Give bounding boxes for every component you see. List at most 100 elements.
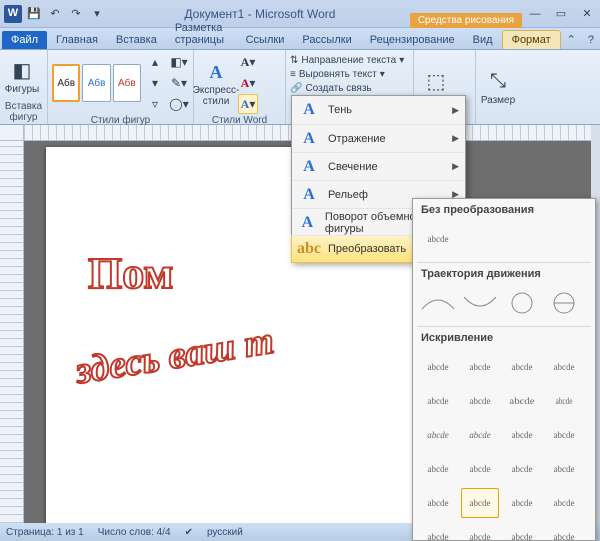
text-outline-icon[interactable]: A▾ [238,73,258,93]
text-fill-icon[interactable]: A▾ [238,52,258,72]
warp-5[interactable]: abcde [419,386,457,416]
tab-insert[interactable]: Вставка [107,31,166,49]
word-app-icon[interactable]: W [4,5,22,23]
tab-references[interactable]: Ссылки [237,31,294,49]
restore-button[interactable]: ▭ [548,5,574,23]
path-circle[interactable] [503,288,541,318]
link-icon: 🔗 [290,83,302,94]
warp-2[interactable]: abcde [461,352,499,382]
text-effects-icon[interactable]: A▾ [238,94,258,114]
chevron-right-icon: ▶ [452,161,459,172]
gallery-down-icon[interactable]: ▾ [145,73,165,93]
tab-file[interactable]: Файл [2,31,47,49]
status-page[interactable]: Страница: 1 из 1 [6,527,84,538]
status-word-count[interactable]: Число слов: 4/4 [98,527,171,538]
warp-24[interactable]: abcde [545,522,583,541]
warp-16[interactable]: abcde [545,454,583,484]
flyout-header-path: Траектория движения [413,263,595,286]
text-direction-button[interactable]: ⇅Направление текста ▾ [290,55,404,66]
align-text-button[interactable]: ≡Выровнять текст ▾ [290,69,385,80]
warp-18-selected[interactable]: abcde [461,488,499,518]
menu-glow[interactable]: AСвечение▶ [292,152,465,180]
help-icon[interactable]: ? [582,31,600,49]
menu-reflection[interactable]: AОтражение▶ [292,124,465,152]
warp-22[interactable]: abcde [461,522,499,541]
warp-12[interactable]: abcde [545,420,583,450]
shape-outline-icon[interactable]: ✎▾ [169,73,189,93]
warp-14[interactable]: abcde [461,454,499,484]
ruler-corner [0,125,24,141]
warp-6[interactable]: abcde [461,386,499,416]
ribbon-minimize-icon[interactable]: ⌃ [561,30,582,49]
transform-none[interactable]: abcde [419,224,457,254]
ribbon-tabs: Файл Главная Вставка Разметка страницы С… [0,28,600,50]
undo-icon[interactable]: ↶ [46,5,64,23]
minimize-button[interactable]: — [522,5,548,23]
size-button[interactable]: ⤡Размер [480,69,516,106]
status-language[interactable]: русский [207,527,243,538]
shape-style-3[interactable]: Абв [113,64,141,102]
create-link-button[interactable]: 🔗Создать связь [290,83,372,94]
menu-shadow[interactable]: AТень▶ [292,96,465,124]
redo-icon[interactable]: ↷ [67,5,85,23]
bevel-icon: A [298,184,320,206]
shapes-icon: ◧ [9,58,35,84]
shadow-icon: A [298,99,320,121]
tab-review[interactable]: Рецензирование [361,31,464,49]
warp-4[interactable]: abcde [545,352,583,382]
warp-11[interactable]: abcde [503,420,541,450]
warp-21[interactable]: abcde [419,522,457,541]
transform-icon: abc [298,238,320,260]
flyout-header-warp: Искривление [413,327,595,350]
shapes-button[interactable]: ◧Фигуры [4,58,40,95]
ruler-vertical[interactable] [0,141,24,523]
save-icon[interactable]: 💾 [25,5,43,23]
wordart-text-2[interactable]: здесь ваш т [73,322,276,391]
shape-effects-icon[interactable]: ◯▾ [169,94,189,114]
path-button[interactable] [545,288,583,318]
warp-23[interactable]: abcde [503,522,541,541]
window-title: Документ1 - Microsoft Word [110,7,410,21]
glow-icon: A [298,156,320,178]
rotation3d-icon: A [298,212,317,234]
flyout-header-none: Без преобразования [413,199,595,222]
shape-style-1[interactable]: Абв [52,64,80,102]
warp-15[interactable]: abcde [503,454,541,484]
close-button[interactable]: ✕ [574,5,600,23]
qat-more-icon[interactable]: ▾ [88,5,106,23]
warp-7[interactable]: abcde [499,386,545,416]
warp-8[interactable]: abcde [549,386,579,416]
contextual-tab-label: Средства рисования [410,13,522,28]
align-text-icon: ≡ [290,69,296,80]
wordart-text-1[interactable]: Пом [88,252,173,296]
transform-flyout: Без преобразования abcde Траектория движ… [412,198,596,541]
tab-page-layout[interactable]: Разметка страницы [166,19,237,49]
quick-styles-button[interactable]: AЭкспресс- стили [198,59,234,107]
warp-19[interactable]: abcde [503,488,541,518]
warp-10[interactable]: abcde [461,420,499,450]
title-bar: W 💾 ↶ ↷ ▾ Документ1 - Microsoft Word Сре… [0,0,600,28]
gallery-up-icon[interactable]: ▴ [145,52,165,72]
shape-fill-icon[interactable]: ◧▾ [169,52,189,72]
chevron-right-icon: ▶ [452,133,459,144]
tab-view[interactable]: Вид [464,31,502,49]
warp-1[interactable]: abcde [419,352,457,382]
text-direction-icon: ⇅ [290,55,298,66]
gallery-more-icon[interactable]: ▿ [145,94,165,114]
status-proofing-icon[interactable]: ✔ [185,527,193,538]
tab-mailings[interactable]: Рассылки [293,31,360,49]
warp-9[interactable]: abcde [419,420,457,450]
tab-format[interactable]: Формат [502,30,561,49]
warp-3[interactable]: abcde [503,352,541,382]
path-arch[interactable] [419,288,457,318]
warp-20[interactable]: abcde [545,488,583,518]
chevron-right-icon: ▶ [452,105,459,116]
shape-style-2[interactable]: Абв [82,64,110,102]
arrange-icon: ⬚ [423,69,449,95]
group-insert-shapes-label: Вставка фигур [4,100,43,123]
reflection-icon: A [298,128,320,150]
path-arch-down[interactable] [461,288,499,318]
warp-17[interactable]: abcde [419,488,457,518]
tab-home[interactable]: Главная [47,31,107,49]
warp-13[interactable]: abcde [419,454,457,484]
